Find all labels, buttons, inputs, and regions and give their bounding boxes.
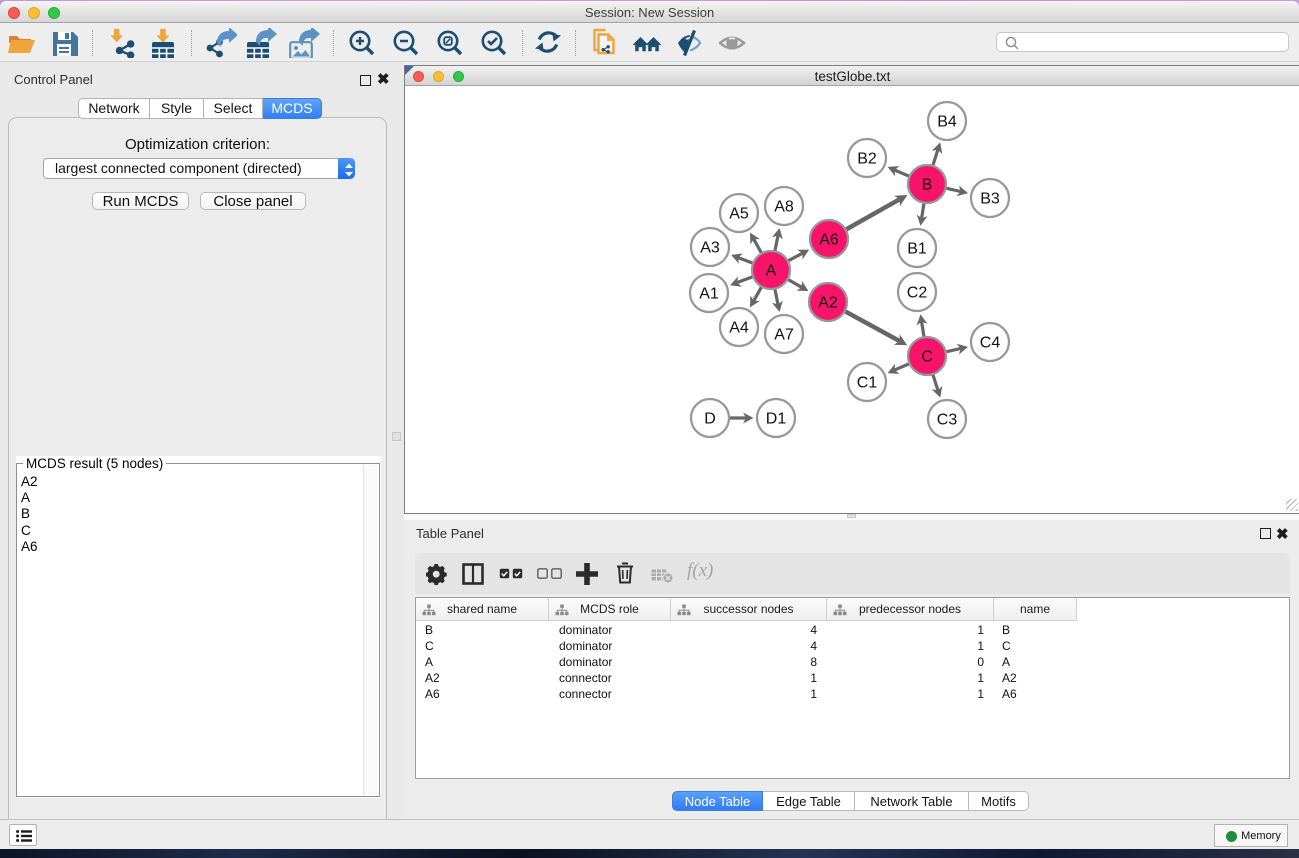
svg-text:A6: A6 [819,232,839,249]
svg-text:A: A [766,263,777,280]
svg-text:A7: A7 [774,327,794,344]
svg-text:B3: B3 [980,191,1000,208]
svg-text:B4: B4 [937,114,957,131]
svg-text:D: D [704,411,716,428]
svg-text:A2: A2 [818,295,838,312]
svg-text:C4: C4 [980,335,1001,352]
svg-text:B1: B1 [907,241,927,258]
svg-text:C2: C2 [907,285,928,302]
svg-text:A8: A8 [774,199,794,216]
svg-text:B2: B2 [857,151,877,168]
svg-text:A5: A5 [729,206,749,223]
svg-text:B: B [922,177,933,194]
svg-text:A4: A4 [729,320,749,337]
svg-text:C: C [921,349,933,366]
svg-text:A1: A1 [699,286,719,303]
svg-text:C3: C3 [937,412,958,429]
svg-text:D1: D1 [766,411,787,428]
svg-text:C1: C1 [857,375,878,392]
svg-text:A3: A3 [700,240,720,257]
